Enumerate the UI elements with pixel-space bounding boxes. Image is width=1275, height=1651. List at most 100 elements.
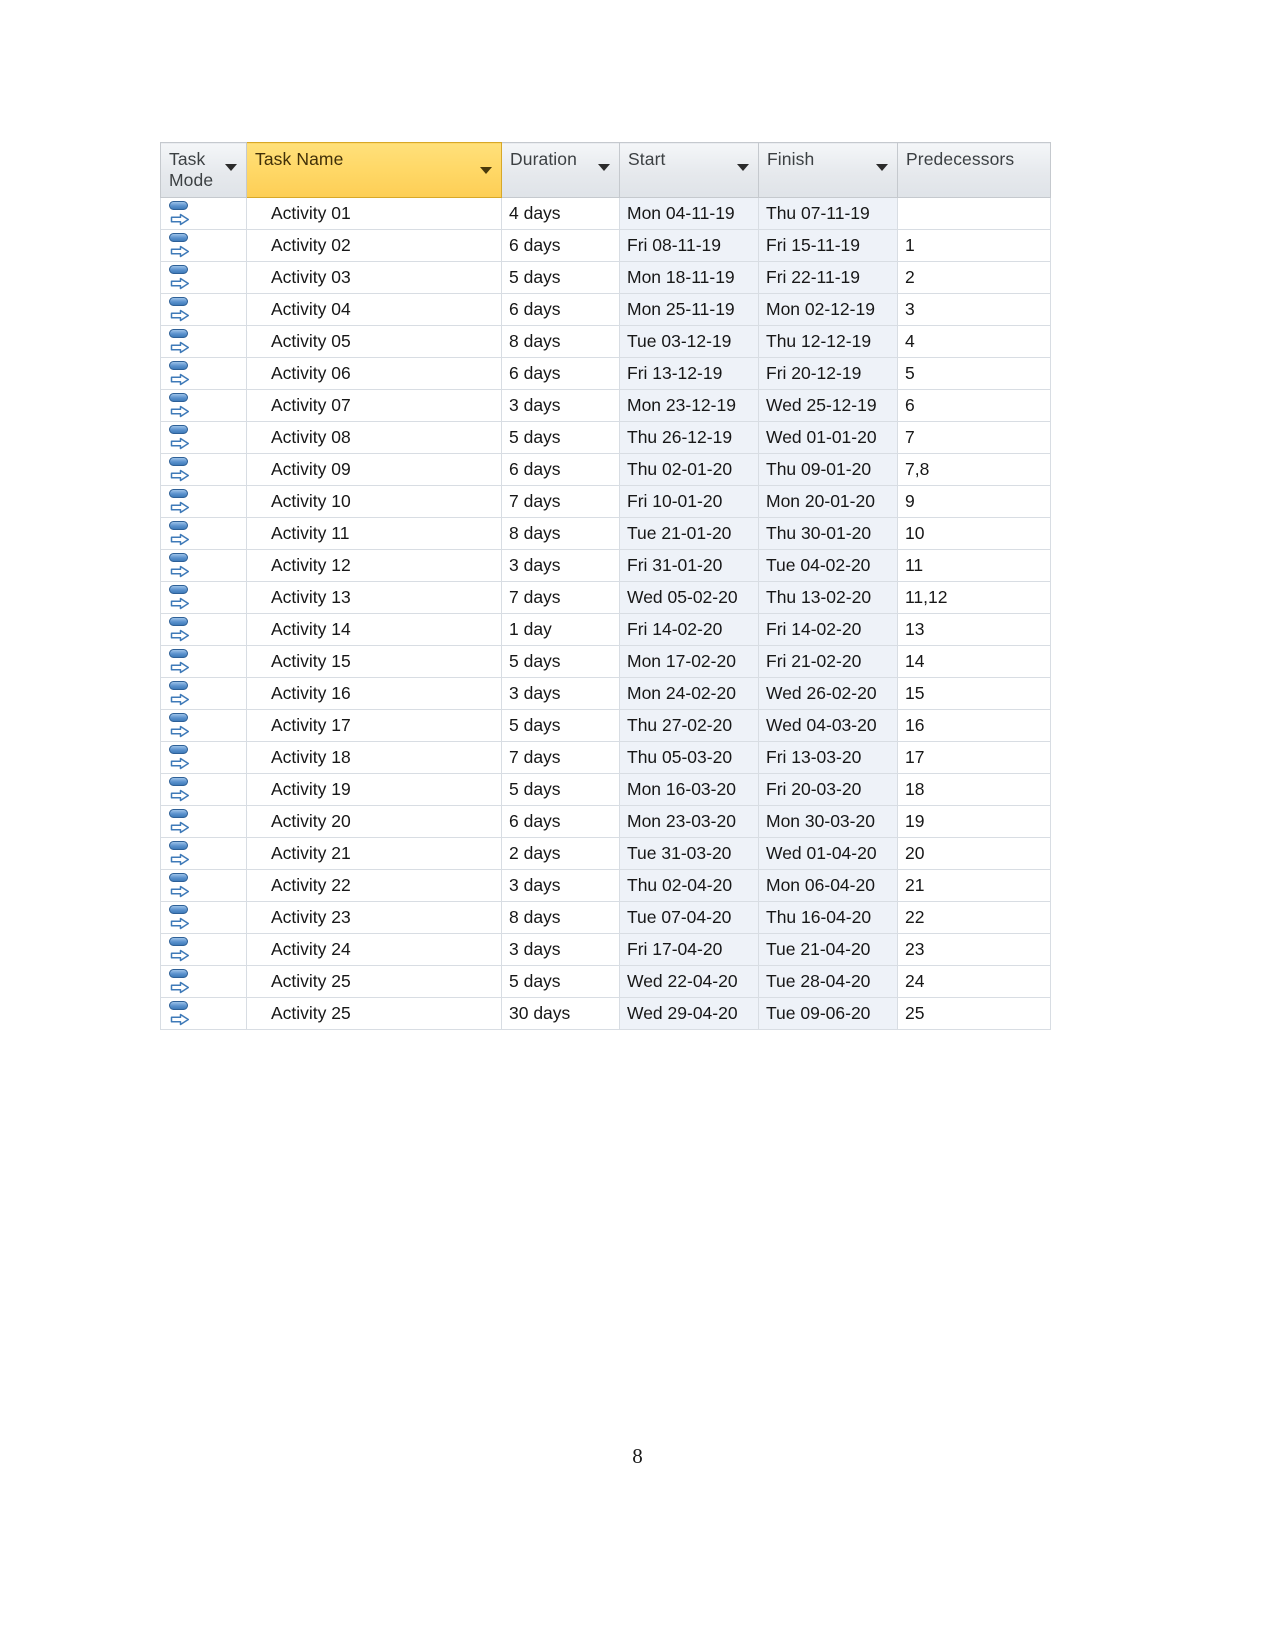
auto-scheduled-icon[interactable] [167,904,193,931]
auto-scheduled-icon[interactable] [167,328,193,355]
table-row[interactable]: Activity 14 1 day Fri 14-02-20 Fri 14-02-20… [160,613,1051,646]
cell-task-name[interactable]: Activity 02 [246,229,502,262]
column-header-start[interactable]: Start [619,142,759,198]
column-header-task_name[interactable]: Task Name [246,142,502,198]
cell-predecessors[interactable]: 5 [897,357,1051,390]
cell-task-name[interactable]: Activity 05 [246,325,502,358]
cell-task-mode[interactable] [160,197,247,230]
cell-predecessors[interactable]: 15 [897,677,1051,710]
cell-task-mode[interactable] [160,773,247,806]
auto-scheduled-icon[interactable] [167,968,193,995]
cell-task-mode[interactable] [160,965,247,998]
cell-finish[interactable]: Mon 20-01-20 [758,485,898,518]
cell-predecessors[interactable]: 23 [897,933,1051,966]
table-row[interactable]: Activity 19 5 days Mon 16-03-20 Fri 20-03-2… [160,773,1051,806]
cell-finish[interactable]: Wed 26-02-20 [758,677,898,710]
cell-duration[interactable]: 30 days [501,997,620,1030]
table-row[interactable]: Activity 06 6 days Fri 13-12-19 Fri 20-12-1… [160,357,1051,390]
cell-predecessors[interactable]: 24 [897,965,1051,998]
column-header-predecessors[interactable]: Predecessors [897,142,1051,198]
table-row[interactable]: Activity 22 3 days Thu 02-04-20 Mon 06-04-2… [160,869,1051,902]
cell-finish[interactable]: Fri 15-11-19 [758,229,898,262]
cell-duration[interactable]: 5 days [501,965,620,998]
cell-finish[interactable]: Fri 14-02-20 [758,613,898,646]
cell-predecessors[interactable]: 20 [897,837,1051,870]
cell-task-mode[interactable] [160,901,247,934]
cell-task-mode[interactable] [160,325,247,358]
auto-scheduled-icon[interactable] [167,424,193,451]
cell-start[interactable]: Mon 18-11-19 [619,261,759,294]
cell-predecessors[interactable]: 18 [897,773,1051,806]
cell-task-name[interactable]: Activity 13 [246,581,502,614]
cell-duration[interactable]: 6 days [501,293,620,326]
cell-finish[interactable]: Thu 13-02-20 [758,581,898,614]
cell-predecessors[interactable]: 22 [897,901,1051,934]
table-row[interactable]: Activity 10 7 days Fri 10-01-20 Mon 20-01-2… [160,485,1051,518]
cell-task-mode[interactable] [160,677,247,710]
cell-predecessors[interactable] [897,197,1051,230]
cell-task-name[interactable]: Activity 16 [246,677,502,710]
cell-task-mode[interactable] [160,389,247,422]
cell-duration[interactable]: 4 days [501,197,620,230]
cell-finish[interactable]: Thu 30-01-20 [758,517,898,550]
table-row[interactable]: Activity 09 6 days Thu 02-01-20 Thu 09-01-2… [160,453,1051,486]
cell-start[interactable]: Wed 05-02-20 [619,581,759,614]
cell-finish[interactable]: Tue 09-06-20 [758,997,898,1030]
table-row[interactable]: Activity 23 8 days Tue 07-04-20 Thu 16-04-2… [160,901,1051,934]
cell-predecessors[interactable]: 2 [897,261,1051,294]
cell-task-mode[interactable] [160,709,247,742]
filter-dropdown-arrow-icon[interactable] [598,164,610,171]
cell-duration[interactable]: 8 days [501,325,620,358]
auto-scheduled-icon[interactable] [167,200,193,227]
cell-finish[interactable]: Fri 20-12-19 [758,357,898,390]
table-row[interactable]: Activity 21 2 days Tue 31-03-20 Wed 01-04-2… [160,837,1051,870]
cell-predecessors[interactable]: 9 [897,485,1051,518]
cell-start[interactable]: Wed 22-04-20 [619,965,759,998]
cell-start[interactable]: Fri 10-01-20 [619,485,759,518]
cell-start[interactable]: Mon 17-02-20 [619,645,759,678]
cell-duration[interactable]: 3 days [501,869,620,902]
cell-duration[interactable]: 7 days [501,581,620,614]
cell-predecessors[interactable]: 19 [897,805,1051,838]
cell-duration[interactable]: 3 days [501,549,620,582]
cell-duration[interactable]: 8 days [501,901,620,934]
cell-predecessors[interactable]: 3 [897,293,1051,326]
cell-task-name[interactable]: Activity 18 [246,741,502,774]
table-row[interactable]: Activity 16 3 days Mon 24-02-20 Wed 26-02-2… [160,677,1051,710]
auto-scheduled-icon[interactable] [167,744,193,771]
auto-scheduled-icon[interactable] [167,840,193,867]
cell-start[interactable]: Wed 29-04-20 [619,997,759,1030]
cell-task-mode[interactable] [160,485,247,518]
cell-task-mode[interactable] [160,229,247,262]
auto-scheduled-icon[interactable] [167,872,193,899]
cell-start[interactable]: Tue 31-03-20 [619,837,759,870]
cell-start[interactable]: Mon 04-11-19 [619,197,759,230]
cell-task-mode[interactable] [160,421,247,454]
table-row[interactable]: Activity 17 5 days Thu 27-02-20 Wed 04-03-2… [160,709,1051,742]
table-row[interactable]: Activity 04 6 days Mon 25-11-19 Mon 02-12-1… [160,293,1051,326]
auto-scheduled-icon[interactable] [167,584,193,611]
cell-predecessors[interactable]: 13 [897,613,1051,646]
cell-finish[interactable]: Mon 02-12-19 [758,293,898,326]
cell-predecessors[interactable]: 14 [897,645,1051,678]
table-row[interactable]: Activity 01 4 days Mon 04-11-19 Thu 07-11-1… [160,197,1051,230]
cell-task-name[interactable]: Activity 25 [246,965,502,998]
cell-start[interactable]: Thu 02-01-20 [619,453,759,486]
cell-finish[interactable]: Fri 20-03-20 [758,773,898,806]
cell-duration[interactable]: 6 days [501,453,620,486]
cell-task-name[interactable]: Activity 24 [246,933,502,966]
cell-finish[interactable]: Fri 13-03-20 [758,741,898,774]
auto-scheduled-icon[interactable] [167,264,193,291]
cell-start[interactable]: Thu 02-04-20 [619,869,759,902]
cell-task-name[interactable]: Activity 09 [246,453,502,486]
cell-task-name[interactable]: Activity 11 [246,517,502,550]
cell-task-mode[interactable] [160,805,247,838]
cell-task-mode[interactable] [160,741,247,774]
cell-duration[interactable]: 5 days [501,645,620,678]
cell-finish[interactable]: Wed 01-01-20 [758,421,898,454]
cell-duration[interactable]: 2 days [501,837,620,870]
cell-start[interactable]: Mon 16-03-20 [619,773,759,806]
auto-scheduled-icon[interactable] [167,552,193,579]
cell-task-name[interactable]: Activity 12 [246,549,502,582]
column-header-task_mode[interactable]: Task Mode [160,142,247,198]
